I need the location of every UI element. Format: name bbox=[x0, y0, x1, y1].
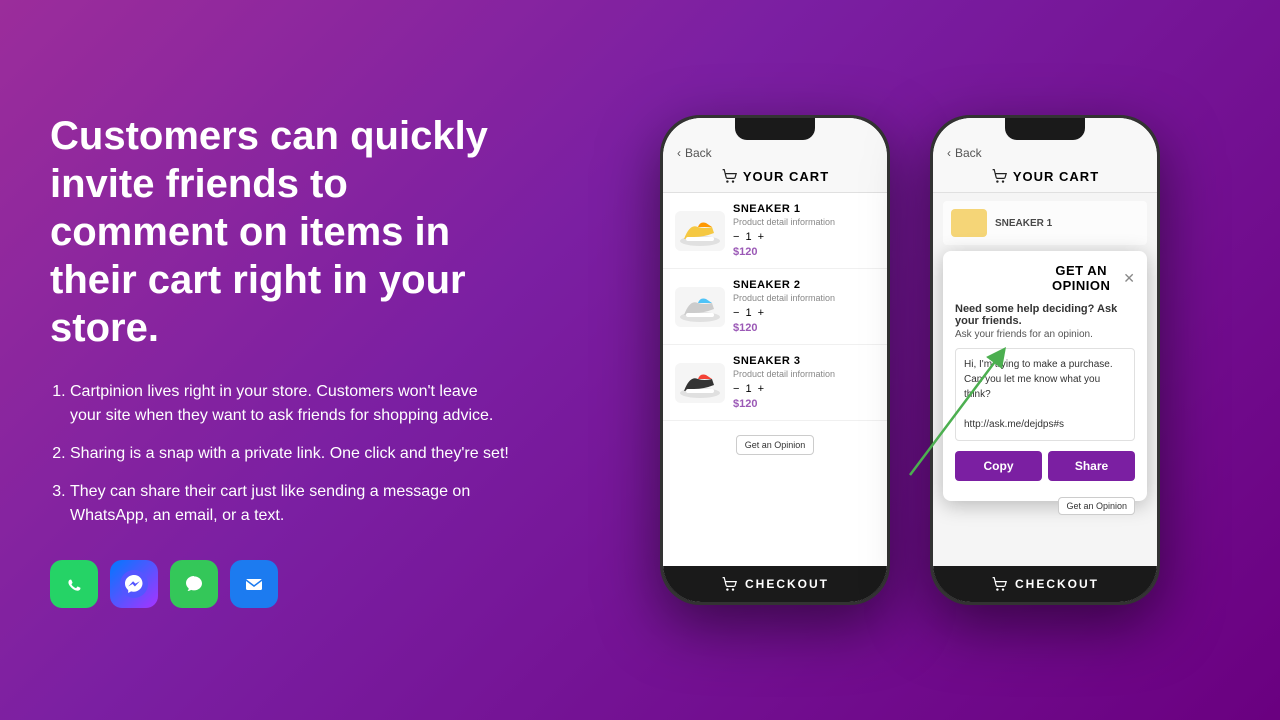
item-1-desc: Product detail information bbox=[733, 217, 875, 227]
qty-plus-1[interactable]: + bbox=[758, 231, 764, 243]
share-button[interactable]: Share bbox=[1048, 451, 1135, 481]
qty-minus-2[interactable]: − bbox=[733, 307, 739, 319]
qty-val-3: 1 bbox=[745, 383, 751, 395]
modal-title: GET AN OPINION bbox=[1039, 263, 1123, 293]
phone-2: ‹ Back YOUR CART SNEAKER bbox=[930, 115, 1160, 605]
phone-2-footer[interactable]: CHECKOUT bbox=[933, 566, 1157, 602]
modal-message-text: Hi, I'm trying to make a purchase. Can y… bbox=[964, 359, 1113, 430]
phone-1-footer[interactable]: CHECKOUT bbox=[663, 566, 887, 602]
get-opinion-button-1[interactable]: Get an Opinion bbox=[736, 435, 815, 455]
feature-item-1: Cartpinion lives right in your store. Cu… bbox=[70, 380, 510, 428]
item-2-image bbox=[675, 287, 725, 327]
main-heading: Customers can quickly invite friends to … bbox=[50, 112, 510, 352]
phone-2-item-1-img bbox=[951, 209, 987, 237]
sneaker1-label: SNEAKER 1 bbox=[995, 218, 1052, 229]
item-2-price: $120 bbox=[733, 322, 875, 334]
modal-buttons: Copy Share bbox=[955, 451, 1135, 481]
imessage-icon[interactable] bbox=[170, 560, 218, 608]
modal-message-box[interactable]: Hi, I'm trying to make a purchase. Can y… bbox=[955, 348, 1135, 441]
back-label-2: Back bbox=[955, 146, 982, 160]
back-label-1: Back bbox=[685, 146, 712, 160]
checkout-label-1: CHECKOUT bbox=[745, 577, 829, 591]
modal-close-button[interactable]: ✕ bbox=[1123, 270, 1135, 287]
item-2-name: SNEAKER 2 bbox=[733, 279, 875, 291]
item-3-image bbox=[675, 363, 725, 403]
item-1-image bbox=[675, 211, 725, 251]
qty-plus-3[interactable]: + bbox=[758, 383, 764, 395]
phone-2-sneaker-1: SNEAKER 1 bbox=[943, 201, 1147, 245]
messenger-icon[interactable] bbox=[110, 560, 158, 608]
get-opinion-button-2[interactable]: Get an Opinion bbox=[1058, 497, 1135, 515]
phone-1: ‹ Back YOUR CART bbox=[660, 115, 890, 605]
cart-title-label-1: YOUR CART bbox=[743, 169, 829, 184]
phones-container: ‹ Back YOUR CART bbox=[560, 115, 1280, 605]
back-button-2[interactable]: ‹ Back bbox=[947, 146, 1143, 160]
phone-2-notch bbox=[1005, 118, 1085, 140]
qty-plus-2[interactable]: + bbox=[758, 307, 764, 319]
phone-2-item-1-label: SNEAKER 1 bbox=[995, 218, 1052, 229]
item-2-qty: − 1 + bbox=[733, 307, 875, 319]
modal-sub2: Ask your friends for an opinion. bbox=[955, 329, 1135, 340]
phone-1-screen: ‹ Back YOUR CART bbox=[663, 118, 887, 602]
cart-title-2: YOUR CART bbox=[947, 160, 1143, 184]
cart-title-label-2: YOUR CART bbox=[1013, 169, 1099, 184]
phone-1-notch bbox=[735, 118, 815, 140]
qty-val-1: 1 bbox=[745, 231, 751, 243]
whatsapp-icon[interactable] bbox=[50, 560, 98, 608]
app-icons bbox=[50, 560, 510, 608]
item-1-qty: − 1 + bbox=[733, 231, 875, 243]
feature-item-3: They can share their cart just like send… bbox=[70, 480, 510, 528]
item-3-details: SNEAKER 3 Product detail information − 1… bbox=[733, 355, 875, 410]
qty-val-2: 1 bbox=[745, 307, 751, 319]
item-3-name: SNEAKER 3 bbox=[733, 355, 875, 367]
get-opinion-wrapper: Get an Opinion bbox=[663, 421, 887, 469]
cart-item-3: SNEAKER 3 Product detail information − 1… bbox=[663, 345, 887, 421]
modal-subtitle: Need some help deciding? Ask your friend… bbox=[955, 303, 1135, 327]
item-3-qty: − 1 + bbox=[733, 383, 875, 395]
item-3-price: $120 bbox=[733, 398, 875, 410]
phone-2-screen: ‹ Back YOUR CART SNEAKER bbox=[933, 118, 1157, 602]
item-1-name: SNEAKER 1 bbox=[733, 203, 875, 215]
item-1-price: $120 bbox=[733, 246, 875, 258]
qty-minus-1[interactable]: − bbox=[733, 231, 739, 243]
opinion-modal: GET AN OPINION ✕ Need some help deciding… bbox=[943, 251, 1147, 501]
cart-title-1: YOUR CART bbox=[677, 160, 873, 184]
back-button-1[interactable]: ‹ Back bbox=[677, 146, 873, 160]
checkout-label-2: CHECKOUT bbox=[1015, 577, 1099, 591]
modal-header: GET AN OPINION ✕ bbox=[955, 263, 1135, 293]
mail-icon[interactable] bbox=[230, 560, 278, 608]
cart-item-1: SNEAKER 1 Product detail information − 1… bbox=[663, 193, 887, 269]
item-3-desc: Product detail information bbox=[733, 369, 875, 379]
item-2-details: SNEAKER 2 Product detail information − 1… bbox=[733, 279, 875, 334]
left-panel: Customers can quickly invite friends to … bbox=[0, 72, 560, 648]
feature-list: Cartpinion lives right in your store. Cu… bbox=[50, 380, 510, 528]
cart-item-2: SNEAKER 2 Product detail information − 1… bbox=[663, 269, 887, 345]
item-1-details: SNEAKER 1 Product detail information − 1… bbox=[733, 203, 875, 258]
phone-2-content: SNEAKER 1 GET AN OPINION ✕ Need some hel… bbox=[933, 193, 1157, 566]
copy-button[interactable]: Copy bbox=[955, 451, 1042, 481]
item-2-desc: Product detail information bbox=[733, 293, 875, 303]
phone-1-content: SNEAKER 1 Product detail information − 1… bbox=[663, 193, 887, 566]
feature-item-2: Sharing is a snap with a private link. O… bbox=[70, 442, 510, 466]
qty-minus-3[interactable]: − bbox=[733, 383, 739, 395]
